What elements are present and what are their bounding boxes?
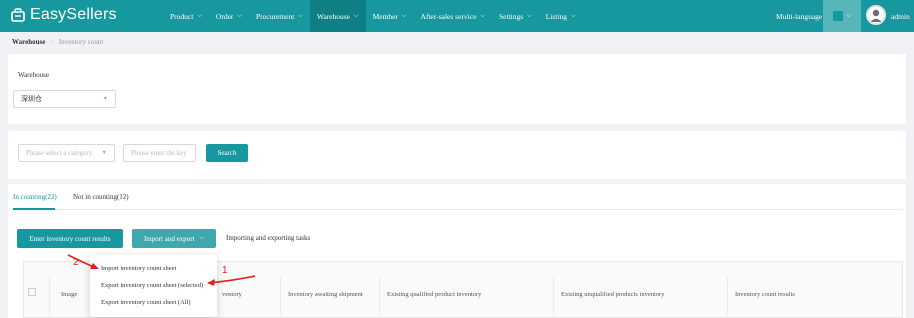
nav-item-member[interactable]: Member ⌵: [366, 0, 414, 32]
nav-item-listing[interactable]: Listing ⌵: [539, 0, 583, 32]
chevron-down-icon: ⌵: [197, 12, 202, 19]
bag-icon: [11, 8, 25, 22]
menu-item-export-selected[interactable]: Export inventory count sheet (selected): [101, 282, 203, 289]
warehouse-select-value: 深圳仓: [21, 95, 42, 103]
breadcrumb-current: Inventory count: [58, 38, 104, 46]
annotation-number-2: 2: [73, 257, 79, 268]
nav-item-settings[interactable]: Settings ⌵: [492, 0, 539, 32]
warehouse-panel: Warehouse 深圳仓 ▼: [8, 54, 906, 124]
chevron-down-icon: ⌵: [480, 12, 485, 19]
column-header-image: Image: [61, 291, 78, 298]
category-placeholder: Please select a category.: [26, 149, 94, 157]
nav-item-product[interactable]: Product ⌵: [163, 0, 209, 32]
import-export-button[interactable]: Import and export ⌵: [132, 229, 216, 248]
nav-item-label: Settings: [498, 11, 524, 21]
active-tab-indicator: [13, 208, 55, 210]
column-divider: [553, 277, 554, 318]
chevron-down-icon: ▼: [102, 96, 108, 102]
column-divider: [379, 277, 380, 318]
nav-item-label: Order: [215, 11, 234, 21]
column-header-inventory: ventory: [222, 291, 242, 298]
search-button[interactable]: Search: [206, 144, 248, 162]
import-export-dropdown: Import inventory count sheet Export inve…: [90, 255, 217, 317]
nav-item-label: After-sales service: [420, 11, 477, 21]
annotation-number-1: 1: [222, 265, 228, 276]
column-divider: [727, 277, 728, 318]
logo-text: EasySellers: [30, 6, 117, 23]
nav-item-procurement[interactable]: Procurement ⌵: [249, 0, 310, 32]
breadcrumb-warehouse[interactable]: Warehouse: [12, 38, 45, 46]
category-select[interactable]: Please select a category. ▼: [18, 144, 115, 162]
keyword-input[interactable]: Please enter the key: [123, 144, 196, 162]
nav-item-label: Warehouse: [316, 11, 350, 21]
tab-not-in-counting[interactable]: Not in counting(12): [73, 193, 129, 201]
chevron-down-icon: ⌵: [298, 12, 303, 19]
nav-item-after-sales[interactable]: After-sales service ⌵: [414, 0, 492, 32]
nav-item-order[interactable]: Order ⌵: [209, 0, 249, 32]
import-export-label: Import and export: [143, 234, 195, 243]
chevron-down-icon: ⌵: [846, 12, 851, 19]
nav-item-warehouse[interactable]: Warehouse ⌵: [309, 0, 366, 32]
tab-bar: In counting(22) Not in counting(12): [13, 188, 903, 210]
column-header-unqualified-inventory: Existing unqualified products inventory: [561, 291, 665, 298]
nav-item-label: Procurement: [255, 11, 295, 21]
select-all-checkbox[interactable]: [28, 288, 36, 296]
warehouse-label: Warehouse: [18, 71, 49, 79]
user-name[interactable]: admin: [891, 0, 910, 32]
chevron-down-icon: ▼: [101, 150, 107, 156]
menu-item-export-all[interactable]: Export inventory count sheet (All): [101, 299, 191, 306]
tab-in-counting[interactable]: In counting(22): [13, 193, 57, 201]
column-header-awaiting-shipment: Inventory awaiting shipment: [288, 291, 363, 298]
enter-results-button[interactable]: Enter inventory count results: [17, 229, 123, 248]
column-header-qualified-inventory: Existing qualified product inventory: [387, 291, 482, 298]
column-divider: [49, 277, 50, 318]
warehouse-select[interactable]: 深圳仓 ▼: [13, 90, 116, 108]
nav-item-label: Listing: [545, 11, 567, 21]
filter-panel: Please select a category. ▼ Please enter…: [8, 131, 906, 179]
chevron-down-icon: ⌵: [527, 12, 532, 19]
breadcrumb: Warehouse / Inventory count: [12, 38, 103, 46]
column-divider: [280, 277, 281, 318]
chevron-down-icon: ⌵: [401, 12, 407, 19]
top-navbar: EasySellers Product ⌵ Order ⌵ Procurement ⌵…: [0, 0, 914, 32]
breadcrumb-separator: /: [51, 38, 54, 46]
logo[interactable]: EasySellers: [11, 6, 117, 24]
chevron-down-icon: ⌵: [237, 12, 242, 19]
menu-item-import-sheet[interactable]: Import inventory count sheet: [101, 265, 176, 272]
nav-item-label: Member: [372, 11, 398, 21]
chevron-down-icon: ⌵: [199, 235, 205, 241]
nav-item-label: Product: [170, 11, 194, 21]
avatar[interactable]: [866, 5, 886, 25]
main-nav: Product ⌵ Order ⌵ Procurement ⌵ Warehouse ⌵ …: [163, 0, 583, 32]
import-export-tasks-link[interactable]: Importing and exporting tasks: [226, 234, 310, 242]
multi-language-link[interactable]: Multi-language: [776, 0, 822, 32]
color-swatch: [833, 11, 844, 21]
chevron-down-icon: ⌵: [354, 12, 359, 19]
column-header-count-results: Inventory count results: [735, 291, 795, 298]
theme-color-picker[interactable]: ⌵: [823, 0, 861, 32]
chevron-down-icon: ⌵: [570, 12, 576, 19]
